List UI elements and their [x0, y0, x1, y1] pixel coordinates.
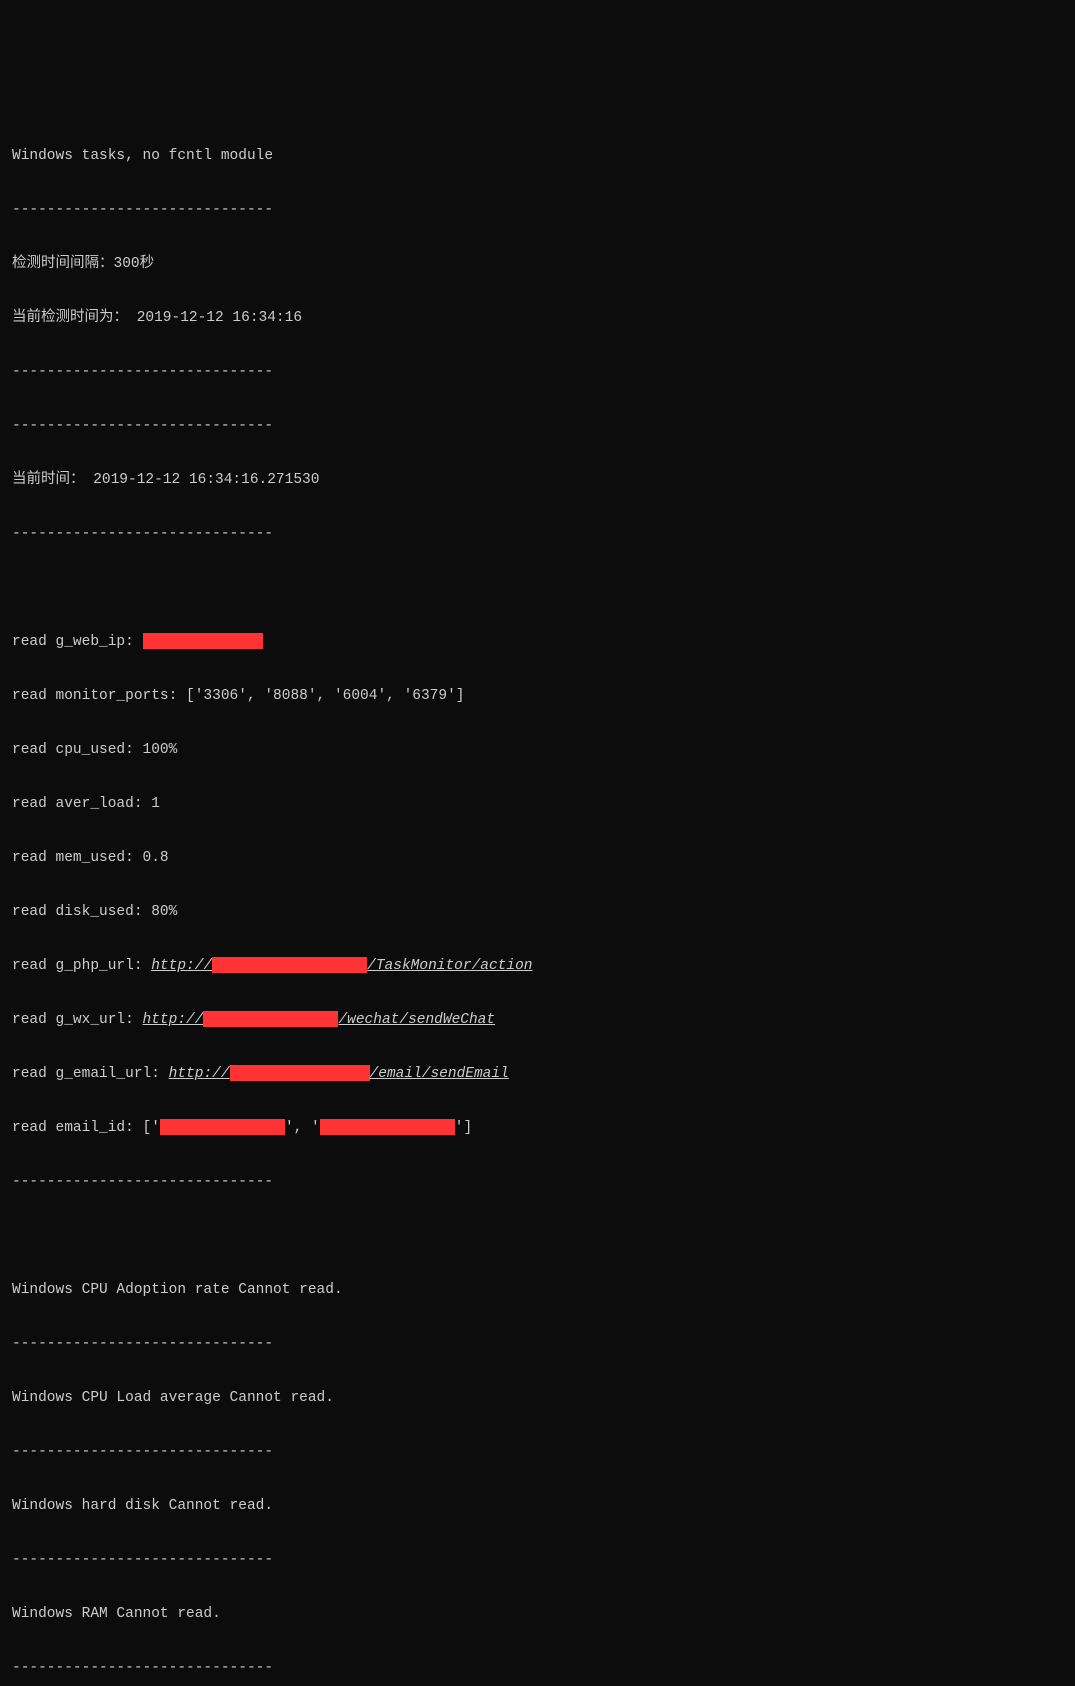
- url-prefix: http://: [169, 1066, 230, 1082]
- separator-line: ------------------------------: [12, 1655, 1063, 1682]
- redacted-value: [230, 1065, 370, 1081]
- output-line: read monitor_ports: ['3306', '8088', '60…: [12, 683, 1063, 710]
- label-text: ']: [455, 1120, 472, 1136]
- redacted-value: [160, 1119, 285, 1135]
- output-line: Windows tasks, no fcntl module: [12, 143, 1063, 170]
- output-line: read disk_used: 80%: [12, 899, 1063, 926]
- output-line: read aver_load: 1: [12, 791, 1063, 818]
- separator-line: ------------------------------: [12, 197, 1063, 224]
- output-line: read email_id: [' ', ' ']: [12, 1115, 1063, 1142]
- url-suffix: /TaskMonitor/action: [367, 958, 532, 974]
- redacted-value: [320, 1119, 455, 1135]
- url-suffix: /email/sendEmail: [370, 1066, 509, 1082]
- output-line: Windows CPU Adoption rate Cannot read.: [12, 1277, 1063, 1304]
- label-text: read email_id: [': [12, 1120, 160, 1136]
- redacted-value: [212, 957, 367, 973]
- output-line: read g_web_ip:: [12, 629, 1063, 656]
- output-line: Windows hard disk Cannot read.: [12, 1493, 1063, 1520]
- output-line: 当前检测时间为： 2019-12-12 16:34:16: [12, 305, 1063, 332]
- blank-line: [12, 575, 1063, 602]
- output-line: read mem_used: 0.8: [12, 845, 1063, 872]
- separator-line: ------------------------------: [12, 1331, 1063, 1358]
- label-text: read g_email_url:: [12, 1066, 169, 1082]
- separator-line: ------------------------------: [12, 1547, 1063, 1574]
- url-suffix: /wechat/sendWeChat: [338, 1012, 495, 1028]
- label-text: read g_web_ip:: [12, 634, 143, 650]
- separator-line: ------------------------------: [12, 521, 1063, 548]
- label-text: read g_wx_url:: [12, 1012, 143, 1028]
- email-url-link[interactable]: http:// /email/sendEmail: [169, 1066, 509, 1082]
- separator-line: ------------------------------: [12, 1439, 1063, 1466]
- output-line: Windows RAM Cannot read.: [12, 1601, 1063, 1628]
- wx-url-link[interactable]: http:// /wechat/sendWeChat: [143, 1012, 496, 1028]
- php-url-link[interactable]: http:// /TaskMonitor/action: [151, 958, 532, 974]
- url-prefix: http://: [143, 1012, 204, 1028]
- separator-line: ------------------------------: [12, 1169, 1063, 1196]
- label-text: read g_php_url:: [12, 958, 151, 974]
- output-line: read g_php_url: http:// /TaskMonitor/acti…: [12, 953, 1063, 980]
- terminal-output: Windows tasks, no fcntl module ---------…: [12, 116, 1063, 1686]
- redacted-value: [143, 633, 263, 649]
- output-line: Windows CPU Load average Cannot read.: [12, 1385, 1063, 1412]
- output-line: read g_email_url: http:// /email/sendEmai…: [12, 1061, 1063, 1088]
- output-line: 当前时间： 2019-12-12 16:34:16.271530: [12, 467, 1063, 494]
- blank-line: [12, 1223, 1063, 1250]
- separator-line: ------------------------------: [12, 359, 1063, 386]
- output-line: read cpu_used: 100%: [12, 737, 1063, 764]
- redacted-value: [203, 1011, 338, 1027]
- output-line: read g_wx_url: http:// /wechat/sendWeChat: [12, 1007, 1063, 1034]
- label-text: ', ': [285, 1120, 320, 1136]
- url-prefix: http://: [151, 958, 212, 974]
- separator-line: ------------------------------: [12, 413, 1063, 440]
- output-line: 检测时间间隔：300秒: [12, 251, 1063, 278]
